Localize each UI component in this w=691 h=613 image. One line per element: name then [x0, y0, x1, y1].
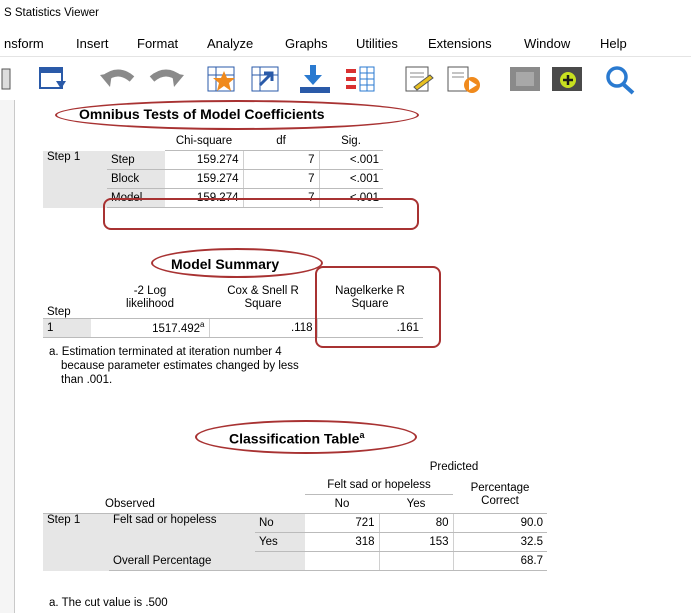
goto-case-icon[interactable] [206, 65, 240, 93]
col-header: -2 Log likelihood [91, 278, 209, 319]
menu-insert[interactable]: Insert [76, 36, 109, 51]
row-label: Block [107, 169, 165, 189]
table-cell: 90.0 [453, 513, 547, 533]
col-header: df [243, 132, 319, 151]
table-cell: 318 [305, 532, 380, 552]
menu-window[interactable]: Window [524, 36, 570, 51]
table-row: Overall Percentage 68.7 [43, 551, 547, 571]
highlight-box-model-row [103, 198, 419, 230]
classification-footnote: a. The cut value is .500 [49, 597, 168, 609]
goto-variable-icon[interactable] [250, 65, 284, 93]
table-cell: 159.274 [165, 169, 244, 189]
col-header: Yes [379, 494, 453, 514]
col-header: No [305, 494, 379, 514]
menu-extensions[interactable]: Extensions [428, 36, 492, 51]
table-cell: 68.7 [453, 551, 547, 571]
table-cell: <.001 [319, 169, 383, 189]
menu-transform[interactable]: nsform [4, 36, 44, 51]
highlight-oval-classification [195, 420, 417, 454]
highlight-box-nagelkerke [315, 266, 441, 348]
insert-output-icon[interactable] [298, 65, 334, 93]
highlight-oval-omnibus [55, 100, 419, 130]
col-header: Chi-square [165, 132, 243, 151]
add-output-icon[interactable] [550, 65, 586, 93]
outline-pane[interactable] [0, 100, 15, 613]
table-cell: 32.5 [453, 532, 547, 552]
row-label: 1 [43, 318, 91, 338]
menu-help[interactable]: Help [600, 36, 627, 51]
col-header: Sig. [319, 132, 383, 151]
window-title: S Statistics Viewer [4, 7, 100, 19]
row-label: Step [107, 150, 165, 170]
predicted-header: Predicted [429, 461, 479, 473]
toolbar [0, 57, 691, 97]
edit-icon[interactable] [404, 65, 436, 93]
row-group-label: Step 1 [43, 513, 109, 571]
omnibus-table: Chi-square df Sig. Step 1 Step 159.274 7… [43, 132, 383, 208]
title-bar: S Statistics Viewer [0, 0, 691, 30]
menu-bar: nsform Insert Format Analyze Graphs Util… [0, 30, 691, 57]
hide-icon[interactable] [508, 65, 544, 93]
redo-icon[interactable] [148, 65, 184, 93]
open-file-icon[interactable] [0, 65, 14, 93]
table-cell: 721 [305, 513, 380, 533]
undo-icon[interactable] [100, 65, 136, 93]
observed-header: Observed [43, 494, 305, 514]
output-viewer: Omnibus Tests of Model Coefficients Chi-… [15, 100, 691, 613]
percentage-correct-header: Percentage Correct [453, 476, 547, 514]
row-label: Yes [255, 532, 305, 552]
run-icon[interactable] [446, 65, 482, 93]
table-cell [305, 551, 380, 571]
table-cell: 1517.492a [91, 318, 210, 338]
col-header: Cox & Snell R Square [209, 278, 317, 319]
menu-utilities[interactable]: Utilities [356, 36, 398, 51]
search-icon[interactable] [604, 65, 638, 95]
table-row: Step 1 Felt sad or hopeless No 721 80 90… [43, 513, 547, 571]
model-summary-footnote: a. Estimation terminated at iteration nu… [49, 346, 299, 386]
row-label: Overall Percentage [109, 551, 305, 571]
felt-sad-header: Felt sad or hopeless [305, 476, 453, 495]
table-cell: 7 [243, 150, 320, 170]
row-label: Felt sad or hopeless [109, 513, 255, 552]
select-cases-icon[interactable] [344, 65, 378, 93]
col-header: Step [43, 278, 91, 319]
menu-format[interactable]: Format [137, 36, 178, 51]
table-row: Step 1 Step 159.274 7 <.001 [43, 150, 383, 208]
table-cell: .118 [209, 318, 318, 338]
menu-analyze[interactable]: Analyze [207, 36, 253, 51]
table-cell: 153 [379, 532, 454, 552]
highlight-oval-model-summary [151, 248, 323, 278]
row-group-label: Step 1 [43, 150, 107, 208]
table-cell [379, 551, 454, 571]
table-cell: <.001 [319, 150, 383, 170]
table-cell: 159.274 [165, 150, 244, 170]
menu-graphs[interactable]: Graphs [285, 36, 328, 51]
row-label: No [255, 513, 305, 533]
table-cell: 80 [379, 513, 454, 533]
table-cell: 7 [243, 169, 320, 189]
classification-table: Predicted Felt sad or hopeless Percentag… [43, 458, 547, 571]
window-icon[interactable] [38, 65, 68, 93]
